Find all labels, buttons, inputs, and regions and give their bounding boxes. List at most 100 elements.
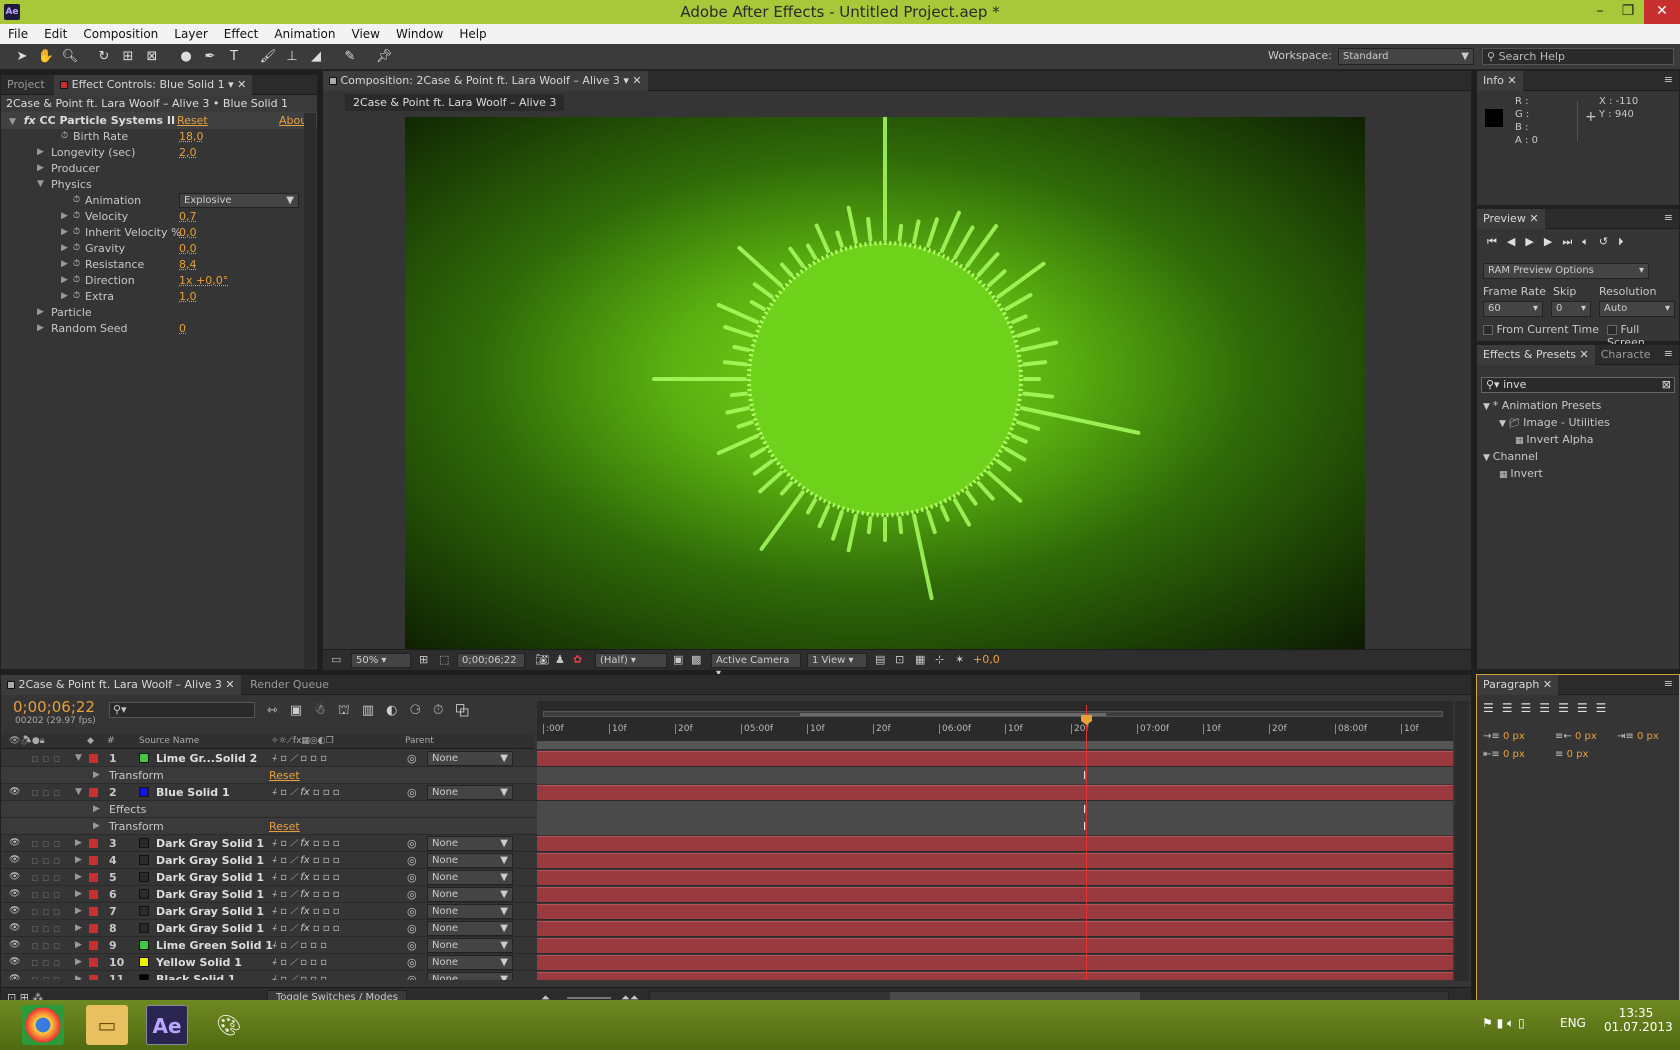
layer-duration-bar[interactable] — [537, 938, 1453, 953]
source-name-column-header[interactable]: Source Name — [139, 733, 199, 749]
effect-property-row[interactable]: ▶ ⏱ Velocity 0,7 — [1, 208, 317, 225]
panel-menu-icon[interactable]: ≡ — [1664, 677, 1673, 690]
layer-property-row[interactable]: ▶ Transform Reset I — [1, 767, 1453, 784]
view-layout-dropdown[interactable]: 1 View ▾ — [807, 653, 867, 668]
tab-render-queue[interactable]: Render Queue — [244, 675, 335, 695]
parent-dropdown[interactable]: None ▼ — [427, 972, 513, 980]
property-value[interactable]: 18,0 — [179, 128, 204, 145]
menu-effect[interactable]: Effect — [216, 24, 267, 44]
layer-duration-bar[interactable] — [537, 870, 1453, 885]
layer-label-color[interactable] — [89, 958, 98, 967]
layer-switches[interactable]: ⍭ ▫ ⟋ ▫ ▫ ▫ — [271, 954, 327, 971]
panel-menu-icon[interactable]: ≡ — [1664, 211, 1673, 224]
animation-dropdown[interactable]: Explosive ▼ — [179, 193, 299, 208]
layer-switches[interactable]: ⍭ ▫ ⟋ fx ▫ ▫ ▫ — [271, 784, 340, 801]
parent-dropdown[interactable]: None ▼ — [427, 870, 513, 885]
roto-brush-tool-icon[interactable]: ✎ — [340, 47, 360, 67]
triangle-right-icon[interactable]: ▶ — [61, 288, 68, 305]
maximize-button[interactable]: ❐ — [1614, 0, 1642, 24]
eye-icon[interactable]: 👁︎ — [9, 852, 20, 869]
play-icon[interactable]: ▶ — [1525, 235, 1543, 248]
menu-file[interactable]: File — [0, 24, 36, 44]
property-value[interactable]: 8,4 — [179, 256, 197, 273]
stopwatch-icon[interactable]: ⏱ — [61, 128, 68, 145]
workspace-dropdown[interactable]: Standard ▼ — [1338, 48, 1474, 65]
layer-duration-bar[interactable] — [537, 887, 1453, 902]
triangle-right-icon[interactable]: ▶ — [61, 272, 68, 289]
tab-project[interactable]: Project — [1, 75, 51, 95]
region-of-interest-icon[interactable]: ▣ — [673, 653, 683, 666]
pick-whip-icon[interactable]: ◎ — [407, 852, 417, 869]
hand-tool-icon[interactable]: ✋ — [36, 47, 56, 67]
layer-switch-boxes[interactable]: ▫ ▫ ▫ — [31, 920, 60, 937]
after-effects-taskbar-icon[interactable]: Ae — [146, 1005, 188, 1045]
effect-property-row[interactable]: ▶ Producer — [1, 160, 317, 177]
eye-icon[interactable]: 👁︎ — [9, 784, 20, 801]
effects-list-item[interactable]: ▼ Channel — [1477, 448, 1667, 465]
indent-left-value[interactable]: 0 px — [1503, 731, 1525, 742]
triangle-right-icon[interactable]: ▶ — [37, 160, 44, 177]
effects-search-field[interactable]: ⚲▾ inve ⊠ — [1481, 377, 1675, 393]
triangle-right-icon[interactable]: ▶ — [93, 801, 100, 818]
snapshot-icon[interactable]: 📷︎ — [535, 653, 549, 666]
triangle-right-icon[interactable]: ▶ — [75, 886, 82, 903]
camera-tool-icon[interactable]: ⊞ — [118, 47, 138, 67]
eye-icon[interactable]: 👁︎ — [9, 954, 20, 971]
eye-icon[interactable]: 👁︎ — [9, 886, 20, 903]
layer-source-name[interactable]: Yellow Solid 1 — [156, 954, 242, 971]
parent-dropdown[interactable]: None ▼ — [427, 904, 513, 919]
indent-first-line-value[interactable]: 0 px — [1637, 731, 1659, 742]
zoom-tool-icon[interactable]: 🔍︎ — [60, 47, 80, 67]
brainstorm-icon[interactable]: ◐ — [386, 703, 409, 718]
layer-duration-bar[interactable] — [537, 972, 1453, 980]
triangle-right-icon[interactable]: ▶ — [75, 852, 82, 869]
effects-list-item[interactable]: ▼ 📁︎ Image - Utilities — [1477, 414, 1667, 431]
parent-dropdown[interactable]: None ▼ — [427, 836, 513, 851]
pick-whip-icon[interactable]: ◎ — [407, 835, 417, 852]
triangle-down-icon[interactable]: ▼ — [75, 750, 82, 767]
effect-controls-scrollbar[interactable] — [304, 113, 316, 668]
panel-menu-icon[interactable]: ≡ — [1664, 73, 1673, 86]
layer-duration-bar[interactable] — [537, 955, 1453, 970]
layer-label-color[interactable] — [89, 839, 98, 848]
pick-whip-icon[interactable]: ◎ — [407, 920, 417, 937]
timeline-timecode[interactable]: 0;00;06;22 — [13, 698, 95, 716]
layer-duration-bar[interactable] — [537, 904, 1453, 919]
layer-row[interactable]: 👁︎ ▫ ▫ ▫ ▶ 8 Dark Gray Solid 1 ⍭ ▫ ⟋ fx ▫ ▫ ▫… — [1, 920, 1453, 937]
from-current-time-checkbox[interactable]: From Current Time — [1483, 323, 1599, 336]
stopwatch-icon[interactable]: ⏱ — [73, 208, 80, 225]
timeline-icon[interactable]: ▦ — [915, 653, 925, 666]
auto-keyframe-icon[interactable]: ⚆ — [409, 703, 433, 718]
search-help-field[interactable]: ⚲ Search Help — [1482, 48, 1674, 65]
layer-row[interactable]: 👁︎ ▫ ▫ ▫ ▶ 5 Dark Gray Solid 1 ⍭ ▫ ⟋ fx ▫ ▫ ▫… — [1, 869, 1453, 886]
transform-reset-link[interactable]: Reset — [269, 818, 300, 835]
effects-list-item[interactable]: ▼ * Animation Presets — [1477, 397, 1667, 414]
layer-switch-boxes[interactable]: ▫ ▫ ▫ — [31, 971, 60, 980]
layer-switches[interactable]: ⍭ ▫ ⟋ fx ▫ ▫ ▫ — [271, 886, 340, 903]
tab-effect-controls[interactable]: Effect Controls: Blue Solid 1 ▾ ✕ — [54, 75, 253, 95]
stopwatch-icon[interactable]: ⏱ — [73, 224, 80, 241]
triangle-right-icon[interactable]: ▶ — [93, 818, 100, 835]
transparency-grid-icon[interactable]: ▩ — [691, 653, 701, 666]
layer-row[interactable]: 👁︎ ▫ ▫ ▫ ▶ 10 Yellow Solid 1 ⍭ ▫ ⟋ ▫ ▫ ▫ ◎ None… — [1, 954, 1453, 971]
layer-switches[interactable]: ⍭ ▫ ⟋ ▫ ▫ ▫ — [271, 937, 327, 954]
effect-row[interactable]: ▼ fx CC Particle Systems II Reset Abou — [1, 112, 317, 129]
frame-rate-dropdown[interactable]: 60 ▾ — [1483, 301, 1543, 317]
property-value[interactable]: 2,0 — [179, 144, 197, 161]
camera-view-dropdown[interactable]: Active Camera ▾ — [711, 653, 801, 679]
pick-whip-icon[interactable]: ◎ — [407, 903, 417, 920]
magnification-dropdown[interactable]: 50% ▾ — [351, 653, 411, 668]
puppet-tool-icon[interactable]: 📌︎ — [374, 47, 394, 67]
justify-last-right-icon[interactable]: ☰ — [1577, 701, 1596, 715]
action-center-icon[interactable]: ⚑ — [1482, 1016, 1493, 1030]
resolution-preview-dropdown[interactable]: Auto ▾ — [1599, 301, 1675, 317]
effect-property-row[interactable]: ▶ ⏱ Direction 1x +0,0° — [1, 272, 317, 289]
pick-whip-icon[interactable]: ◎ — [407, 784, 417, 801]
layer-label-color[interactable] — [89, 788, 98, 797]
triangle-right-icon[interactable]: ▶ — [75, 971, 82, 980]
exposure-icon[interactable]: ✶ — [955, 653, 964, 666]
layer-source-name[interactable]: Lime Gr...Solid 2 — [156, 750, 257, 767]
menu-window[interactable]: Window — [388, 24, 451, 44]
layer-row[interactable]: 👁︎ ▫ ▫ ▫ ▶ 9 Lime Green Solid 1 ⍭ ▫ ⟋ ▫ ▫ ▫ ◎ N… — [1, 937, 1453, 954]
shy-icon[interactable]: ☃ — [314, 703, 338, 718]
